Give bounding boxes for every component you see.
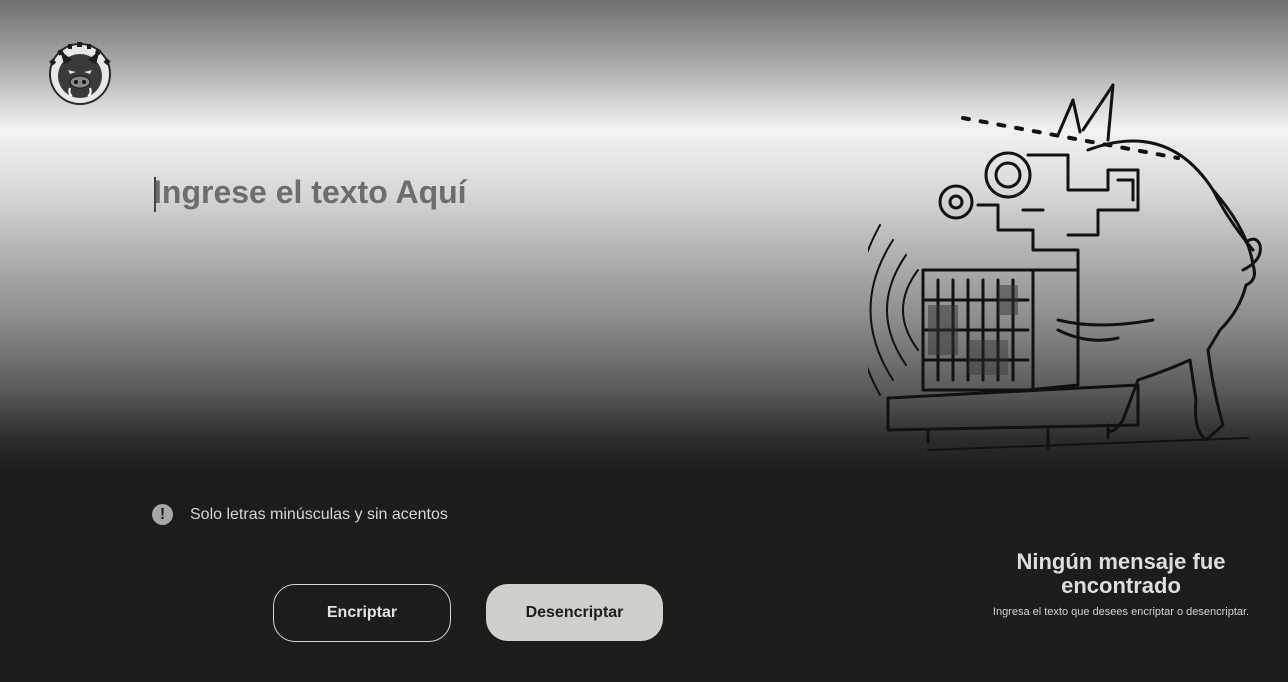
- empty-message-subtitle: Ingresa el texto que desees encriptar o …: [992, 606, 1250, 618]
- exclamation-icon: !: [152, 504, 173, 525]
- empty-message-title: Ningún mensaje fue encontrado: [1016, 549, 1226, 598]
- pig-machine-illustration: [868, 83, 1262, 451]
- encrypt-button[interactable]: Encriptar: [273, 584, 451, 642]
- decrypt-button[interactable]: Desencriptar: [486, 584, 663, 641]
- input-hint: ! Solo letras minúsculas y sin acentos: [152, 504, 448, 525]
- message-input[interactable]: [153, 168, 813, 464]
- hint-text: Solo letras minúsculas y sin acentos: [190, 505, 448, 523]
- pig-logo-icon: [49, 42, 111, 105]
- text-caret: [154, 177, 156, 212]
